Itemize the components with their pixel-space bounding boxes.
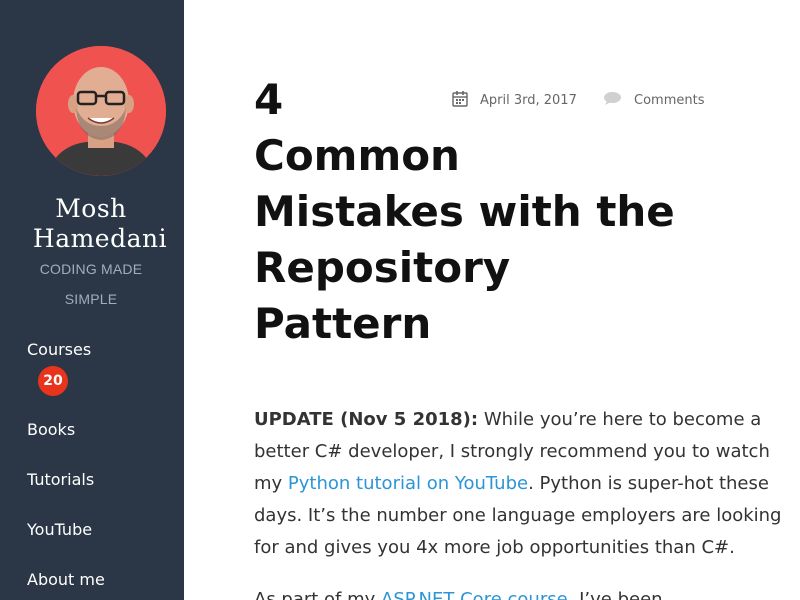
nav-about-me[interactable]: About me xyxy=(27,570,105,589)
post-title-line: Common xyxy=(254,131,460,180)
post-title-line: Repository xyxy=(254,243,511,292)
paragraph-text: my xyxy=(254,473,288,494)
avatar-photo xyxy=(36,46,166,176)
update-label: UPDATE (Nov 5 2018): xyxy=(254,409,479,430)
intro-paragraph: As part of my ASP.NET Core course, I’ve … xyxy=(254,584,744,600)
paragraph-line: my Python tutorial on YouTube. Python is… xyxy=(254,468,769,500)
paragraph-text: While you’re here to become a xyxy=(478,409,762,430)
calendar-icon xyxy=(452,90,468,111)
site-tagline: CODING MADE SIMPLE xyxy=(0,254,182,314)
post-title-line: Pattern xyxy=(254,299,432,348)
post-date: April 3rd, 2017 xyxy=(452,90,577,110)
post-date-text: April 3rd, 2017 xyxy=(480,92,577,108)
paragraph-line: for and gives you 4x more job opportunit… xyxy=(254,537,735,558)
post-title: 4 Common Mistakes with the Repository Pa… xyxy=(254,72,734,352)
nav-books[interactable]: Books xyxy=(27,420,75,439)
paragraph-line: As part of my ASP.NET Core course, I’ve … xyxy=(254,584,744,600)
paragraph-text: . Python is super-hot these xyxy=(528,473,769,494)
paragraph-line: days. It’s the number one language emplo… xyxy=(254,505,782,526)
nav-courses[interactable]: Courses xyxy=(27,340,91,359)
author-last-name: Hamedani xyxy=(32,224,168,253)
paragraph-text: , I’ve been xyxy=(567,589,663,600)
courses-count-badge: 20 xyxy=(38,366,68,396)
paragraph-line: better C# developer, I strongly recommen… xyxy=(254,441,770,462)
update-paragraph: UPDATE (Nov 5 2018): While you’re here t… xyxy=(254,404,782,564)
comments-link[interactable]: Comments xyxy=(634,93,704,108)
post-comments: Comments xyxy=(603,90,704,110)
paragraph-text: As part of my xyxy=(254,589,376,600)
author-name[interactable]: Mosh Hamedani xyxy=(0,194,184,254)
author-first-name: Mosh xyxy=(55,194,127,223)
nav-tutorials[interactable]: Tutorials xyxy=(27,470,94,489)
aspnet-course-link[interactable]: ASP.NET Core course xyxy=(381,589,568,600)
sidebar: Mosh Hamedani CODING MADE SIMPLE Courses… xyxy=(0,0,184,600)
post-title-line: Mistakes with the xyxy=(254,187,675,236)
tagline-line-2: SIMPLE xyxy=(64,291,118,307)
python-tutorial-link[interactable]: Python tutorial on YouTube xyxy=(288,473,528,494)
paragraph-line: UPDATE (Nov 5 2018): While you’re here t… xyxy=(254,404,761,436)
tagline-line-1: CODING MADE xyxy=(39,261,143,277)
comment-icon xyxy=(603,91,622,110)
author-avatar[interactable] xyxy=(36,46,166,176)
nav-youtube[interactable]: YouTube xyxy=(27,520,92,539)
